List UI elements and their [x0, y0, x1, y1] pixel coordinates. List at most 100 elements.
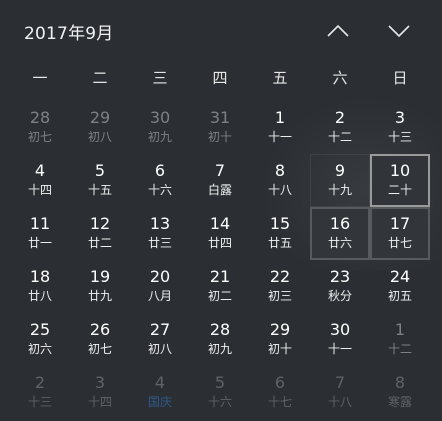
day-number: 16: [329, 214, 351, 233]
day-cell[interactable]: 12 廿二: [70, 207, 130, 260]
day-cell[interactable]: 23 秋分: [310, 260, 370, 313]
day-cell[interactable]: 5 十六: [190, 366, 250, 419]
day-cell[interactable]: 3 十四: [70, 366, 130, 419]
day-cell[interactable]: 20 八月: [130, 260, 190, 313]
day-number: 8: [274, 161, 286, 180]
day-number: 18: [29, 267, 51, 286]
day-cell[interactable]: 4 十四: [10, 154, 70, 207]
lunar-date: 十五: [87, 183, 112, 197]
lunar-date: 国庆: [147, 395, 172, 409]
chevron-up-icon: [327, 25, 349, 37]
day-number: 13: [149, 214, 171, 233]
weekday-header-row: 一 二 三 四 五 六 日: [10, 62, 430, 94]
month-title[interactable]: 2017年9月: [24, 19, 113, 44]
day-cell-today[interactable]: 10 二十: [370, 154, 430, 207]
day-cell[interactable]: 22 初三: [250, 260, 310, 313]
day-number: 10: [389, 161, 411, 180]
lunar-date: 十一: [327, 342, 352, 356]
lunar-date: 廿九: [87, 289, 112, 303]
lunar-date: 十八: [267, 183, 292, 197]
lunar-date: 十二: [327, 130, 352, 144]
day-cell[interactable]: 1 十一: [250, 101, 310, 154]
lunar-date: 十八: [327, 395, 352, 409]
day-number: 21: [209, 267, 231, 286]
lunar-date: 廿二: [87, 236, 112, 250]
lunar-date: 初十: [267, 342, 292, 356]
weekday-tue: 二: [92, 69, 108, 87]
calendar-header: 2017年9月: [0, 0, 442, 62]
day-cell[interactable]: 16 廿六: [310, 207, 370, 260]
day-cell[interactable]: 5 十五: [70, 154, 130, 207]
day-cell[interactable]: 13 廿三: [130, 207, 190, 260]
day-number: 29: [269, 320, 291, 339]
lunar-date: 十二: [387, 342, 412, 356]
day-cell[interactable]: 15 廿五: [250, 207, 310, 260]
day-cell[interactable]: 29 初十: [250, 313, 310, 366]
day-cell[interactable]: 14 廿四: [190, 207, 250, 260]
day-cell[interactable]: 24 初五: [370, 260, 430, 313]
day-number: 4: [34, 161, 46, 180]
day-cell[interactable]: 2 十三: [10, 366, 70, 419]
day-number: 1: [394, 320, 406, 339]
day-number: 7: [214, 161, 226, 180]
day-cell[interactable]: 28 初七: [10, 101, 70, 154]
day-cell[interactable]: 27 初八: [130, 313, 190, 366]
weekday-mon: 一: [32, 69, 48, 87]
day-number: 2: [34, 373, 46, 392]
day-cell[interactable]: 18 廿八: [10, 260, 70, 313]
weekday-sat: 六: [332, 69, 348, 87]
lunar-date: 寒露: [387, 395, 412, 409]
lunar-date: 初七: [27, 130, 52, 144]
day-number: 20: [149, 267, 171, 286]
day-cell[interactable]: 2 十二: [310, 101, 370, 154]
day-cell[interactable]: 30 初九: [130, 101, 190, 154]
day-cell[interactable]: 11 廿一: [10, 207, 70, 260]
lunar-date: 十九: [327, 183, 352, 197]
lunar-date: 初九: [207, 342, 232, 356]
day-cell[interactable]: 9 十九: [310, 154, 370, 207]
day-cell[interactable]: 8 寒露: [370, 366, 430, 419]
day-cell[interactable]: 3 十三: [370, 101, 430, 154]
day-cell[interactable]: 7 十八: [310, 366, 370, 419]
lunar-date: 十四: [87, 395, 112, 409]
day-number: 9: [334, 161, 346, 180]
day-cell[interactable]: 6 十六: [130, 154, 190, 207]
lunar-date: 初十: [207, 130, 232, 144]
day-number: 19: [89, 267, 111, 286]
day-cell[interactable]: 21 初二: [190, 260, 250, 313]
next-month-button[interactable]: [381, 14, 417, 48]
day-number: 31: [209, 108, 231, 127]
day-cell[interactable]: 6 十七: [250, 366, 310, 419]
previous-month-button[interactable]: [320, 14, 356, 48]
day-number: 4: [154, 373, 166, 392]
day-cell[interactable]: 7 白露: [190, 154, 250, 207]
day-number: 29: [89, 108, 111, 127]
lunar-date: 初六: [27, 342, 52, 356]
lunar-date: 廿七: [387, 236, 412, 250]
day-cell[interactable]: 25 初六: [10, 313, 70, 366]
lunar-date: 白露: [207, 183, 232, 197]
lunar-date: 秋分: [327, 289, 352, 303]
day-number: 14: [209, 214, 231, 233]
day-cell[interactable]: 26 初七: [70, 313, 130, 366]
day-number: 23: [329, 267, 351, 286]
day-cell[interactable]: 29 初八: [70, 101, 130, 154]
day-number: 30: [329, 320, 351, 339]
day-cell[interactable]: 17 廿七: [370, 207, 430, 260]
day-cell[interactable]: 31 初十: [190, 101, 250, 154]
day-cell[interactable]: 19 廿九: [70, 260, 130, 313]
lunar-date: 廿一: [27, 236, 52, 250]
lunar-date: 廿三: [147, 236, 172, 250]
day-number: 30: [149, 108, 171, 127]
day-cell[interactable]: 30 十一: [310, 313, 370, 366]
day-number: 8: [394, 373, 406, 392]
day-number: 1: [274, 108, 286, 127]
day-number: 3: [94, 373, 106, 392]
day-cell[interactable]: 1 十二: [370, 313, 430, 366]
day-cell[interactable]: 28 初九: [190, 313, 250, 366]
day-number: 17: [389, 214, 411, 233]
day-number: 5: [214, 373, 226, 392]
day-number: 15: [269, 214, 291, 233]
day-cell[interactable]: 4 国庆: [130, 366, 190, 419]
day-cell[interactable]: 8 十八: [250, 154, 310, 207]
